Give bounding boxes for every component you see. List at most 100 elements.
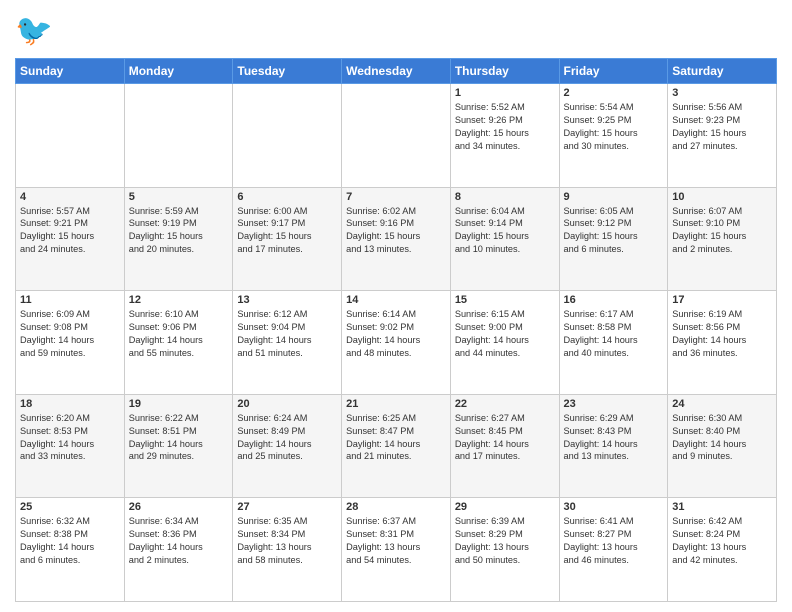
day-number: 19	[129, 398, 229, 410]
calendar-body: 1 Sunrise: 5:52 AM Sunset: 9:26 PM Daylig…	[16, 84, 777, 602]
day-number: 15	[455, 294, 555, 306]
calendar-cell: 17 Sunrise: 6:19 AM Sunset: 8:56 PM Dayli…	[668, 291, 777, 395]
day-info: Sunrise: 6:24 AM Sunset: 8:49 PM Dayligh…	[237, 412, 337, 464]
calendar-cell	[342, 84, 451, 188]
calendar-cell: 5Sunrise: 5:59 AM Sunset: 9:19 PM Daylig…	[124, 187, 233, 291]
day-number: 1	[455, 87, 555, 99]
calendar-cell: 22 Sunrise: 6:27 AM Sunset: 8:45 PM Dayli…	[450, 394, 559, 498]
calendar-cell	[16, 84, 125, 188]
day-number: 30	[564, 501, 664, 513]
day-header-sunday: Sunday	[16, 59, 125, 84]
day-info: Sunrise: 6:02 AM Sunset: 9:16 PM Dayligh…	[346, 205, 446, 257]
day-number: 26	[129, 501, 229, 513]
calendar-cell: 9 Sunrise: 6:05 AM Sunset: 9:12 PM Daylig…	[559, 187, 668, 291]
calendar-cell: 7 Sunrise: 6:02 AM Sunset: 9:16 PM Daylig…	[342, 187, 451, 291]
day-info: Sunrise: 6:05 AM Sunset: 9:12 PM Dayligh…	[564, 205, 664, 257]
day-info: Sunrise: 6:15 AM Sunset: 9:00 PM Dayligh…	[455, 308, 555, 360]
day-number: 6	[237, 191, 337, 203]
calendar-cell: 26 Sunrise: 6:34 AM Sunset: 8:36 PM Dayli…	[124, 498, 233, 602]
calendar-cell: 19Sunrise: 6:22 AM Sunset: 8:51 PM Dayli…	[124, 394, 233, 498]
day-info: Sunrise: 6:35 AM Sunset: 8:34 PM Dayligh…	[237, 515, 337, 567]
day-info: Sunrise: 6:19 AM Sunset: 8:56 PM Dayligh…	[672, 308, 772, 360]
day-info: Sunrise: 6:10 AM Sunset: 9:06 PM Dayligh…	[129, 308, 229, 360]
day-number: 14	[346, 294, 446, 306]
day-number: 23	[564, 398, 664, 410]
page: 🐦 SundayMondayTuesdayWednesdayThursdayFr…	[0, 0, 792, 612]
day-info: Sunrise: 6:07 AM Sunset: 9:10 PM Dayligh…	[672, 205, 772, 257]
day-info: Sunrise: 6:25 AM Sunset: 8:47 PM Dayligh…	[346, 412, 446, 464]
calendar-cell: 24 Sunrise: 6:30 AM Sunset: 8:40 PM Dayli…	[668, 394, 777, 498]
day-number: 29	[455, 501, 555, 513]
day-info: Sunrise: 6:17 AM Sunset: 8:58 PM Dayligh…	[564, 308, 664, 360]
week-row-1: 1 Sunrise: 5:52 AM Sunset: 9:26 PM Daylig…	[16, 84, 777, 188]
day-number: 12	[129, 294, 229, 306]
day-info: Sunrise: 5:52 AM Sunset: 9:26 PM Dayligh…	[455, 101, 555, 153]
logo-bird-icon: 🐦	[15, 10, 55, 50]
day-info: Sunrise: 6:04 AM Sunset: 9:14 PM Dayligh…	[455, 205, 555, 257]
day-number: 9	[564, 191, 664, 203]
day-number: 22	[455, 398, 555, 410]
day-header-wednesday: Wednesday	[342, 59, 451, 84]
day-header-thursday: Thursday	[450, 59, 559, 84]
calendar-cell	[233, 84, 342, 188]
week-row-4: 18 Sunrise: 6:20 AM Sunset: 8:53 PM Dayli…	[16, 394, 777, 498]
day-header-monday: Monday	[124, 59, 233, 84]
week-row-5: 25 Sunrise: 6:32 AM Sunset: 8:38 PM Dayli…	[16, 498, 777, 602]
day-number: 28	[346, 501, 446, 513]
calendar-cell: 31Sunrise: 6:42 AM Sunset: 8:24 PM Dayli…	[668, 498, 777, 602]
day-info: Sunrise: 6:30 AM Sunset: 8:40 PM Dayligh…	[672, 412, 772, 464]
day-info: Sunrise: 6:20 AM Sunset: 8:53 PM Dayligh…	[20, 412, 120, 464]
day-number: 16	[564, 294, 664, 306]
day-number: 25	[20, 501, 120, 513]
calendar-cell: 27 Sunrise: 6:35 AM Sunset: 8:34 PM Dayli…	[233, 498, 342, 602]
day-info: Sunrise: 6:41 AM Sunset: 8:27 PM Dayligh…	[564, 515, 664, 567]
day-header-friday: Friday	[559, 59, 668, 84]
calendar-cell: 3 Sunrise: 5:56 AM Sunset: 9:23 PM Daylig…	[668, 84, 777, 188]
day-info: Sunrise: 6:14 AM Sunset: 9:02 PM Dayligh…	[346, 308, 446, 360]
calendar-cell: 14 Sunrise: 6:14 AM Sunset: 9:02 PM Dayli…	[342, 291, 451, 395]
week-row-2: 4 Sunrise: 5:57 AM Sunset: 9:21 PM Daylig…	[16, 187, 777, 291]
calendar-cell: 16 Sunrise: 6:17 AM Sunset: 8:58 PM Dayli…	[559, 291, 668, 395]
day-number: 11	[20, 294, 120, 306]
day-info: Sunrise: 6:00 AM Sunset: 9:17 PM Dayligh…	[237, 205, 337, 257]
day-info: Sunrise: 6:42 AM Sunset: 8:24 PM Dayligh…	[672, 515, 772, 567]
calendar-cell: 12 Sunrise: 6:10 AM Sunset: 9:06 PM Dayli…	[124, 291, 233, 395]
calendar-cell: 25 Sunrise: 6:32 AM Sunset: 8:38 PM Dayli…	[16, 498, 125, 602]
day-number: 18	[20, 398, 120, 410]
day-number: 21	[346, 398, 446, 410]
day-info: Sunrise: 6:37 AM Sunset: 8:31 PM Dayligh…	[346, 515, 446, 567]
day-header-tuesday: Tuesday	[233, 59, 342, 84]
week-row-3: 11 Sunrise: 6:09 AM Sunset: 9:08 PM Dayli…	[16, 291, 777, 395]
day-info: Sunrise: 5:54 AM Sunset: 9:25 PM Dayligh…	[564, 101, 664, 153]
day-info: Sunrise: 5:56 AM Sunset: 9:23 PM Dayligh…	[672, 101, 772, 153]
day-info: Sunrise: 5:57 AM Sunset: 9:21 PM Dayligh…	[20, 205, 120, 257]
calendar-cell: 1 Sunrise: 5:52 AM Sunset: 9:26 PM Daylig…	[450, 84, 559, 188]
day-number: 27	[237, 501, 337, 513]
day-number: 17	[672, 294, 772, 306]
day-number: 4	[20, 191, 120, 203]
calendar-cell: 6 Sunrise: 6:00 AM Sunset: 9:17 PM Daylig…	[233, 187, 342, 291]
day-info: Sunrise: 6:12 AM Sunset: 9:04 PM Dayligh…	[237, 308, 337, 360]
day-info: Sunrise: 6:32 AM Sunset: 8:38 PM Dayligh…	[20, 515, 120, 567]
logo: 🐦	[15, 10, 59, 50]
calendar-cell: 28 Sunrise: 6:37 AM Sunset: 8:31 PM Dayli…	[342, 498, 451, 602]
calendar-table: SundayMondayTuesdayWednesdayThursdayFrid…	[15, 58, 777, 602]
day-number: 5	[129, 191, 229, 203]
header: 🐦	[15, 10, 777, 50]
day-info: Sunrise: 6:34 AM Sunset: 8:36 PM Dayligh…	[129, 515, 229, 567]
calendar-cell: 15 Sunrise: 6:15 AM Sunset: 9:00 PM Dayli…	[450, 291, 559, 395]
day-number: 10	[672, 191, 772, 203]
calendar-cell: 13Sunrise: 6:12 AM Sunset: 9:04 PM Dayli…	[233, 291, 342, 395]
day-info: Sunrise: 6:27 AM Sunset: 8:45 PM Dayligh…	[455, 412, 555, 464]
day-info: Sunrise: 6:29 AM Sunset: 8:43 PM Dayligh…	[564, 412, 664, 464]
calendar-cell: 21 Sunrise: 6:25 AM Sunset: 8:47 PM Dayli…	[342, 394, 451, 498]
days-header-row: SundayMondayTuesdayWednesdayThursdayFrid…	[16, 59, 777, 84]
calendar-cell: 10 Sunrise: 6:07 AM Sunset: 9:10 PM Dayli…	[668, 187, 777, 291]
calendar-cell: 8Sunrise: 6:04 AM Sunset: 9:14 PM Daylig…	[450, 187, 559, 291]
day-number: 7	[346, 191, 446, 203]
calendar-cell: 29Sunrise: 6:39 AM Sunset: 8:29 PM Dayli…	[450, 498, 559, 602]
day-number: 3	[672, 87, 772, 99]
day-info: Sunrise: 6:09 AM Sunset: 9:08 PM Dayligh…	[20, 308, 120, 360]
day-number: 2	[564, 87, 664, 99]
day-number: 24	[672, 398, 772, 410]
